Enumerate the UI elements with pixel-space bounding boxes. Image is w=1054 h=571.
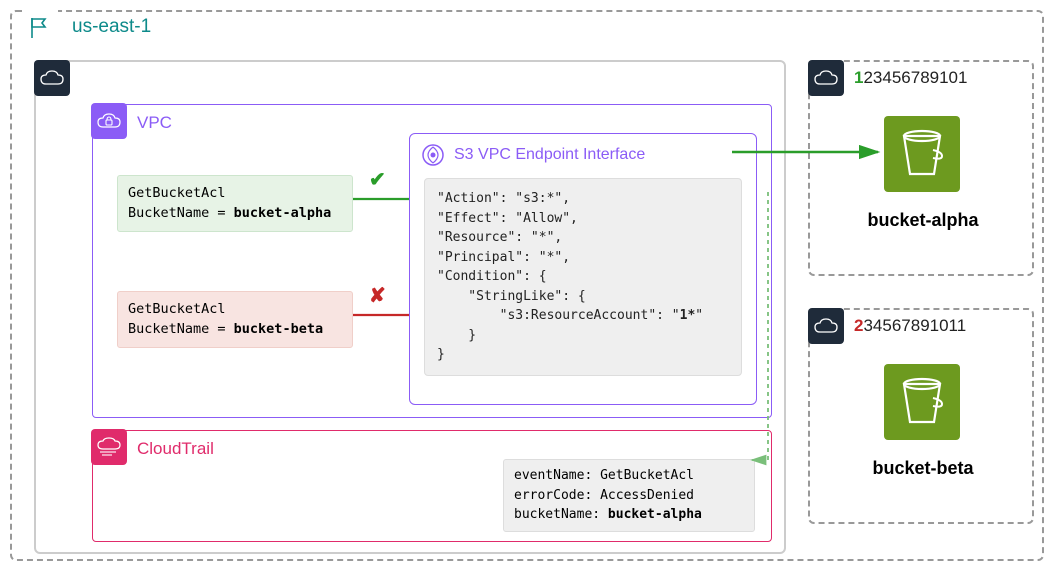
endpoint-icon xyxy=(420,142,446,168)
x-icon: ✘ xyxy=(369,283,386,308)
region-box: us-east-1 VPC GetBucketAcl BucketName = … xyxy=(10,10,1044,561)
vpc-label: VPC xyxy=(137,113,172,133)
cloud-icon xyxy=(808,60,844,96)
cloudtrail-box: CloudTrail eventName: GetBucketAcl error… xyxy=(92,430,772,542)
account-a: 123456789101 bucket-alpha xyxy=(808,60,1034,276)
account-a-id: 123456789101 xyxy=(854,68,967,88)
endpoint-label: S3 VPC Endpoint Interface xyxy=(454,146,645,164)
flag-icon xyxy=(22,10,58,46)
check-icon: ✔ xyxy=(369,167,386,192)
req-beta-action: GetBucketAcl xyxy=(128,300,342,320)
account-b: 234567891011 bucket-beta xyxy=(808,308,1034,524)
account-b-id: 234567891011 xyxy=(854,316,966,336)
req-alpha-action: GetBucketAcl xyxy=(128,184,342,204)
request-alpha: GetBucketAcl BucketName = bucket-alpha xyxy=(117,175,353,232)
account-main: VPC GetBucketAcl BucketName = bucket-alp… xyxy=(34,60,786,554)
vpc-box: VPC GetBucketAcl BucketName = bucket-alp… xyxy=(92,104,772,418)
bucket-alpha-label: bucket-alpha xyxy=(810,210,1036,231)
req-beta-key: BucketName = xyxy=(128,321,234,337)
req-alpha-bucket: bucket-alpha xyxy=(234,205,332,221)
req-beta-bucket: bucket-beta xyxy=(234,321,323,337)
endpoint-policy: "Action": "s3:*", "Effect": "Allow", "Re… xyxy=(424,178,742,376)
cloud-icon xyxy=(808,308,844,344)
bucket-icon xyxy=(884,116,960,197)
endpoint-box: S3 VPC Endpoint Interface "Action": "s3:… xyxy=(409,133,757,405)
cloudtrail-label: CloudTrail xyxy=(137,439,214,459)
cloudtrail-event: eventName: GetBucketAcl errorCode: Acces… xyxy=(503,459,755,532)
vpc-icon xyxy=(91,103,127,139)
region-label: us-east-1 xyxy=(66,16,157,38)
cloudtrail-icon xyxy=(91,429,127,465)
bucket-icon xyxy=(884,364,960,445)
bucket-beta-label: bucket-beta xyxy=(810,458,1036,479)
request-beta: GetBucketAcl BucketName = bucket-beta xyxy=(117,291,353,348)
req-alpha-key: BucketName = xyxy=(128,205,234,221)
cloud-icon xyxy=(34,60,70,96)
